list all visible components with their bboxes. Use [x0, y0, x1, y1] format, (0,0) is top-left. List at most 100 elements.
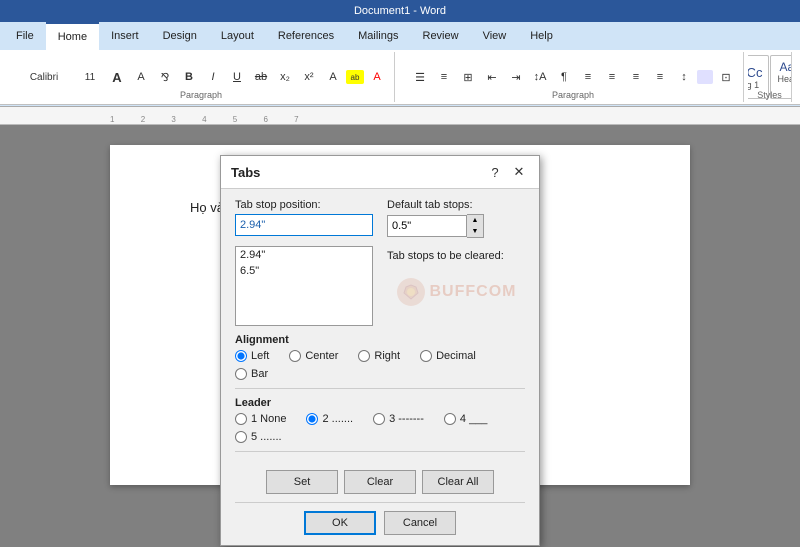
- leader-dots2-option[interactable]: 5 .......: [235, 431, 282, 443]
- dialog-help-btn[interactable]: ?: [485, 162, 505, 182]
- font-tools: Calibri 11 A A ⅋ B I U ab x₂ x² A ab A: [14, 66, 388, 88]
- align-left-btn[interactable]: ≡: [577, 66, 599, 88]
- increase-indent-btn[interactable]: ⇥: [505, 66, 527, 88]
- tab-insert[interactable]: Insert: [99, 22, 151, 50]
- dialog-body: Tab stop position: Default tab stops: ▲ …: [221, 189, 539, 470]
- font-size[interactable]: 11: [76, 66, 104, 88]
- para-format-group: ☰ ≡ ⊞ ⇤ ⇥ ↕A ¶ ≡ ≡ ≡ ≡ ↕ ⊡ Paragraph: [403, 52, 744, 102]
- justify-btn[interactable]: ≡: [649, 66, 671, 88]
- tab-mailings[interactable]: Mailings: [346, 22, 410, 50]
- leader-dashes-option[interactable]: 3 -------: [373, 413, 424, 425]
- paragraph-group-label: Paragraph: [180, 90, 222, 100]
- align-right-text: Right: [374, 350, 400, 362]
- superscript-btn[interactable]: x²: [298, 66, 320, 88]
- default-tab-spinner: ▲ ▼: [387, 214, 525, 238]
- shading-btn[interactable]: [697, 70, 713, 84]
- leader-dots-option[interactable]: 2 .......: [306, 413, 353, 425]
- tab-review[interactable]: Review: [411, 22, 471, 50]
- dialog-divider-1: [235, 388, 525, 389]
- sort-btn[interactable]: ↕A: [529, 66, 551, 88]
- italic-btn[interactable]: I: [202, 66, 224, 88]
- tab-stop-listbox[interactable]: 2.94" 6.5": [235, 246, 373, 326]
- font-color-btn[interactable]: A: [366, 66, 388, 88]
- spinner-row: ▲ ▼: [387, 214, 525, 238]
- dialog-close-btn[interactable]: ✕: [509, 162, 529, 182]
- leader-dashes-text: 3 -------: [389, 413, 424, 425]
- text-highlight-btn[interactable]: ab: [346, 70, 364, 84]
- align-left-option[interactable]: Left: [235, 350, 269, 362]
- dialog-controls: ? ✕: [485, 162, 529, 182]
- tab-layout[interactable]: Layout: [209, 22, 266, 50]
- numbering-btn[interactable]: ≡: [433, 66, 455, 88]
- title-bar: Document1 - Word: [0, 0, 800, 22]
- show-paragraph-btn[interactable]: ¶: [553, 66, 575, 88]
- tab-stop-input[interactable]: [235, 214, 373, 236]
- bold-btn[interactable]: B: [178, 66, 200, 88]
- align-center-btn[interactable]: ≡: [601, 66, 623, 88]
- tab-file[interactable]: File: [4, 22, 46, 50]
- line-spacing-btn[interactable]: ↕: [673, 66, 695, 88]
- leader-underline-text: 4 ___: [460, 413, 488, 425]
- align-bar-option[interactable]: Bar: [235, 368, 268, 380]
- alignment-group: Left Center Right Decimal Bar: [235, 350, 525, 380]
- align-bar-radio[interactable]: [235, 368, 247, 380]
- tab-help[interactable]: Help: [518, 22, 565, 50]
- leader-dots2-radio[interactable]: [235, 431, 247, 443]
- leader-underline-option[interactable]: 4 ___: [444, 413, 488, 425]
- paragraph-group: Calibri 11 A A ⅋ B I U ab x₂ x² A ab A P…: [8, 52, 395, 102]
- subscript-btn[interactable]: x₂: [274, 66, 296, 88]
- leader-dots-radio[interactable]: [306, 413, 318, 425]
- leader-none-radio[interactable]: [235, 413, 247, 425]
- set-button[interactable]: Set: [266, 470, 338, 494]
- shrink-font-btn[interactable]: A: [130, 66, 152, 88]
- clear-all-button[interactable]: Clear All: [422, 470, 494, 494]
- text-effects-btn[interactable]: A: [322, 66, 344, 88]
- font-select[interactable]: Calibri: [14, 66, 74, 88]
- tab-references[interactable]: References: [266, 22, 346, 50]
- align-decimal-text: Decimal: [436, 350, 476, 362]
- style-h1-label: Heading 1: [748, 80, 759, 90]
- multilevel-btn[interactable]: ⊞: [457, 66, 479, 88]
- ok-button[interactable]: OK: [304, 511, 376, 535]
- align-left-text: Left: [251, 350, 269, 362]
- listbox-item-1[interactable]: 2.94": [236, 247, 372, 263]
- clear-button[interactable]: Clear: [344, 470, 416, 494]
- cancel-button[interactable]: Cancel: [384, 511, 456, 535]
- align-decimal-radio[interactable]: [420, 350, 432, 362]
- bullets-btn[interactable]: ☰: [409, 66, 431, 88]
- borders-btn[interactable]: ⊡: [715, 66, 737, 88]
- ribbon-content: Calibri 11 A A ⅋ B I U ab x₂ x² A ab A P…: [0, 50, 800, 105]
- styles-group: AaBbCcDd ¶ Normal AaBbCcDd ¶ No Spac... …: [748, 52, 792, 102]
- strikethrough-btn[interactable]: ab: [250, 66, 272, 88]
- align-left-radio[interactable]: [235, 350, 247, 362]
- default-tab-label: Default tab stops:: [387, 199, 525, 211]
- align-center-option[interactable]: Center: [289, 350, 338, 362]
- underline-btn[interactable]: U: [226, 66, 248, 88]
- clear-format-btn[interactable]: ⅋: [154, 66, 176, 88]
- align-right-option[interactable]: Right: [358, 350, 400, 362]
- leader-none-text: 1 None: [251, 413, 286, 425]
- spinner-buttons: ▲ ▼: [467, 214, 484, 238]
- tab-stops-clear-label: Tab stops to be cleared:: [387, 250, 525, 262]
- listbox-item-2[interactable]: 6.5": [236, 263, 372, 279]
- dialog-title: Tabs: [231, 165, 260, 180]
- leader-none-option[interactable]: 1 None: [235, 413, 286, 425]
- leader-underline-radio[interactable]: [444, 413, 456, 425]
- align-center-radio[interactable]: [289, 350, 301, 362]
- tab-view[interactable]: View: [471, 22, 519, 50]
- leader-group: 1 None 2 ....... 3 ------- 4 ___ 5 .....…: [235, 413, 525, 443]
- align-decimal-option[interactable]: Decimal: [420, 350, 476, 362]
- spinner-up-btn[interactable]: ▲: [467, 215, 483, 226]
- watermark-area: BUFFCOM: [396, 277, 517, 307]
- default-tab-input[interactable]: [387, 215, 467, 237]
- decrease-indent-btn[interactable]: ⇤: [481, 66, 503, 88]
- align-right-radio[interactable]: [358, 350, 370, 362]
- grow-font-btn[interactable]: A: [106, 66, 128, 88]
- align-center-text: Center: [305, 350, 338, 362]
- tab-design[interactable]: Design: [151, 22, 209, 50]
- spinner-down-btn[interactable]: ▼: [467, 226, 483, 237]
- align-right-btn[interactable]: ≡: [625, 66, 647, 88]
- tab-home[interactable]: Home: [46, 22, 99, 50]
- leader-dashes-radio[interactable]: [373, 413, 385, 425]
- dialog-top-row: Tab stop position: Default tab stops: ▲ …: [235, 199, 525, 238]
